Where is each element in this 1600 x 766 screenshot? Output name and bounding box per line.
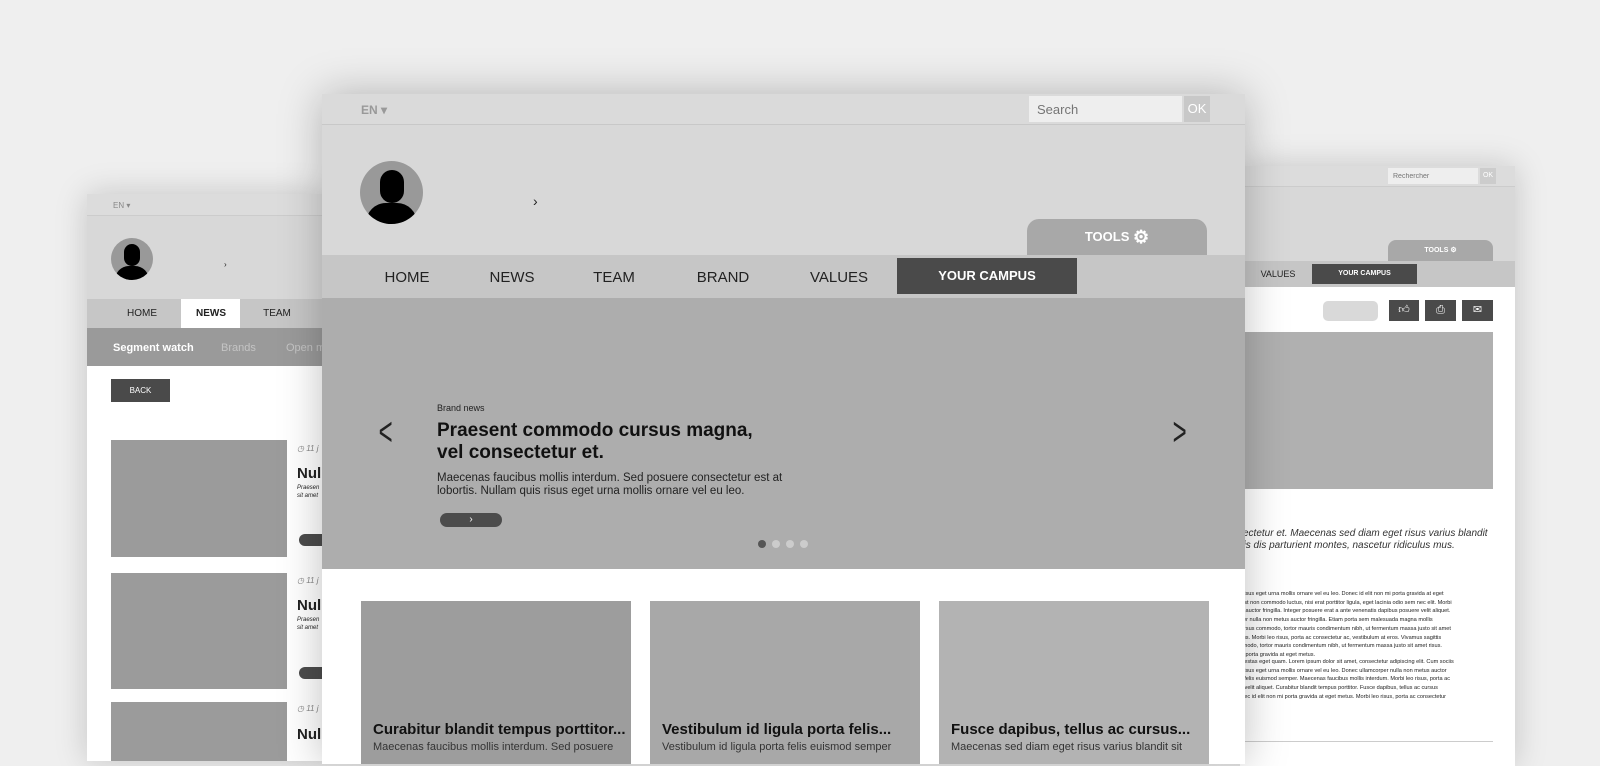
article-excerpt: Praesen sit amet — [297, 617, 320, 631]
card-text: Vestibulum id ligula porta felis euismod… — [662, 741, 892, 753]
nav-team[interactable]: TEAM — [593, 269, 635, 286]
avatar[interactable] — [360, 161, 423, 224]
article-image — [1240, 332, 1493, 489]
body-line: s risus eget urna mollis ornare vel eu l… — [1240, 591, 1444, 597]
hero-title: Praesent commodo cursus magna, vel consec… — [437, 420, 753, 463]
hero-carousel: < > Brand news Praesent commodo cursus m… — [322, 298, 1245, 569]
chevron-right-icon[interactable]: › — [224, 260, 227, 269]
news-card[interactable]: Curabitur blandit tempus porttitor... Mae… — [361, 601, 631, 764]
body-line: . — [1240, 702, 1454, 711]
gear-icon: ⚙ — [1133, 227, 1150, 247]
card-title: Curabitur blandit tempus porttitor... — [373, 721, 626, 738]
body-line: onec id elit non mi porta gravida at ege… — [1240, 693, 1447, 700]
article-body-paragraph: s risus eget urna mollis ornare vel eu l… — [1240, 590, 1452, 660]
body-line: , est non commodo luctus, nisi erat port… — [1240, 599, 1452, 606]
body-line: ta felis euismod semper. Maecenas faucib… — [1240, 676, 1451, 683]
carousel-next-arrow[interactable]: > — [1173, 412, 1187, 452]
body-line: cursus commodo, tortor mauris condimentu… — [1240, 625, 1451, 632]
nav-values[interactable]: VALUES — [810, 269, 868, 286]
language-selector[interactable]: EN ▾ — [361, 103, 387, 117]
print-icon[interactable]: ⎙ — [1425, 300, 1456, 321]
article-date: ◷ 11 j — [297, 444, 319, 453]
article-date: ◷ 11 j — [297, 704, 319, 713]
article-excerpt: Praesen sit amet — [297, 485, 320, 499]
nav-values[interactable]: VALUES — [1261, 269, 1296, 279]
article-lead: sectetur et. Maecenas sed diam eget risu… — [1240, 528, 1488, 551]
like-icon[interactable]: 👍︎ — [1389, 300, 1419, 321]
news-card[interactable]: Fusce dapibus, tellus ac cursus... Maecen… — [939, 601, 1209, 764]
body-line: mmodo, tortor mauris condimentum nibh, u… — [1240, 643, 1442, 650]
nav-news[interactable]: NEWS — [196, 308, 226, 319]
hero-text: Maecenas faucibus mollis interdum. Sed p… — [437, 472, 783, 497]
article-date: ◷ 11 j — [297, 576, 319, 585]
article-thumbnail[interactable] — [111, 573, 287, 689]
tools-button[interactable]: TOOLS ⚙ — [1027, 219, 1207, 255]
left-window-mockup: EN ▾ › HOME NEWS TEAM Segment watch Bran… — [87, 194, 327, 761]
search-input[interactable] — [1029, 96, 1182, 122]
hero-kicker: Brand news — [437, 403, 485, 413]
carousel-dot[interactable] — [800, 540, 808, 548]
carousel-dot[interactable] — [772, 540, 780, 548]
avatar[interactable] — [111, 238, 153, 280]
carousel-dots — [758, 540, 808, 548]
nav-news[interactable]: NEWS — [490, 269, 535, 286]
card-text: Maecenas faucibus mollis interdum. Sed p… — [373, 741, 614, 753]
nav-home[interactable]: HOME — [127, 308, 157, 319]
subnav-segment-watch[interactable]: Segment watch — [113, 342, 194, 354]
back-button[interactable]: BACK — [111, 379, 170, 402]
nav-brand[interactable]: BRAND — [697, 269, 750, 286]
chevron-right-icon[interactable]: › — [533, 193, 538, 209]
tools-button[interactable]: TOOLS ⚙ — [1388, 240, 1493, 261]
card-text: Maecenas sed diam eget risus varius blan… — [951, 741, 1183, 753]
body-line: s risus eget urna mollis ornare vel eu l… — [1240, 667, 1447, 674]
card-title: Fusce dapibus, tellus ac cursus... — [951, 721, 1191, 738]
body-line: re velit aliquet. Curabitur blandit temp… — [1240, 685, 1438, 692]
hero-cta-button[interactable]: › — [440, 513, 502, 527]
article-thumbnail[interactable] — [111, 702, 287, 761]
subnav-open[interactable]: Open m — [286, 342, 325, 354]
nav-home[interactable]: HOME — [385, 269, 430, 286]
search-ok-button[interactable]: OK — [1184, 96, 1210, 122]
search-ok-button[interactable]: OK — [1480, 168, 1496, 184]
carousel-dot[interactable] — [758, 540, 766, 548]
nav-your-campus[interactable]: YOUR CAMPUS — [1312, 264, 1417, 284]
share-bubble — [1323, 301, 1378, 321]
nav-your-campus[interactable]: YOUR CAMPUS — [897, 258, 1077, 294]
news-card[interactable]: Vestibulum id ligula porta felis... Vesti… — [650, 601, 920, 764]
body-line: egestas eget quam. Lorem ipsum dolor sit… — [1240, 659, 1454, 665]
right-window-mockup: OK TOOLS ⚙ VALUES YOUR CAMPUS 👍︎ ⎙ ✉ sec… — [1240, 166, 1515, 766]
article-body-paragraph: egestas eget quam. Lorem ipsum dolor sit… — [1240, 658, 1454, 710]
main-window-mockup: EN ▾ OK › TOOLS ⚙ HOME NEWS TEAM BRAND V… — [322, 94, 1245, 764]
carousel-dot[interactable] — [786, 540, 794, 548]
language-selector[interactable]: EN ▾ — [113, 201, 130, 210]
article-thumbnail[interactable] — [111, 440, 287, 557]
card-title: Vestibulum id ligula porta felis... — [662, 721, 892, 738]
mail-icon[interactable]: ✉ — [1462, 300, 1493, 321]
body-line: rper nulla non metus auctor fringilla. E… — [1240, 617, 1433, 624]
subnav-brands[interactable]: Brands — [221, 342, 256, 354]
carousel-prev-arrow[interactable]: < — [379, 412, 393, 452]
gear-icon: ⚙ — [1450, 247, 1457, 254]
search-input[interactable] — [1388, 168, 1478, 184]
nav-team[interactable]: TEAM — [263, 308, 291, 319]
body-line: mus. Morbi leo risus, porta ac consectet… — [1240, 634, 1442, 641]
body-line: us auctor fringilla. Integer posuere era… — [1240, 608, 1451, 615]
